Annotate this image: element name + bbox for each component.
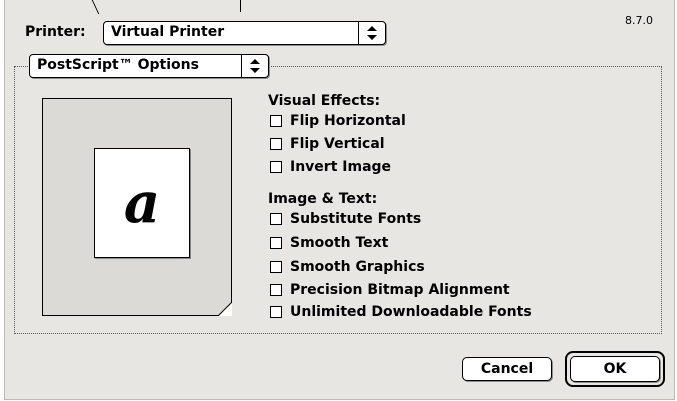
invert-image-checkbox[interactable]: Invert Image [270,158,391,176]
updown-arrows-icon [358,22,385,44]
checkbox-box[interactable] [270,284,282,296]
checkbox-label: Flip Horizontal [290,113,406,129]
flip-vertical-checkbox[interactable]: Flip Vertical [270,135,385,153]
checkbox-box[interactable] [270,138,282,150]
checkbox-box[interactable] [270,237,282,249]
smooth-text-checkbox[interactable]: Smooth Text [270,234,388,252]
visual-effects-heading: Visual Effects: [268,93,381,109]
updown-arrows-icon [241,55,268,77]
panel-popup-value: PostScript™ Options [37,57,199,73]
checkbox-box[interactable] [270,213,282,225]
flip-horizontal-checkbox[interactable]: Flip Horizontal [270,112,406,130]
printer-label: Printer: [25,24,86,40]
checkbox-label: Smooth Graphics [290,259,425,275]
checkbox-box[interactable] [270,306,282,318]
checkbox-box[interactable] [270,261,282,273]
checkbox-label: Flip Vertical [290,136,385,152]
preview-page: a [94,148,190,258]
smooth-graphics-checkbox[interactable]: Smooth Graphics [270,258,425,276]
substitute-fonts-checkbox[interactable]: Substitute Fonts [270,210,421,228]
checkbox-label: Substitute Fonts [290,211,422,227]
checkbox-label: Invert Image [290,159,392,175]
preview-glyph: a [123,170,161,236]
checkbox-label: Precision Bitmap Alignment [290,282,510,298]
unlimited-fonts-checkbox[interactable]: Unlimited Downloadable Fonts [270,303,532,321]
printer-popup[interactable]: Virtual Printer [103,21,386,45]
cancel-button[interactable]: Cancel [462,357,552,381]
ok-button[interactable]: OK [570,356,660,382]
checkbox-box[interactable] [270,161,282,173]
printer-popup-value: Virtual Printer [111,24,225,40]
page-fold-icon [218,302,232,316]
window-edge-fragment [240,0,241,12]
checkbox-box[interactable] [270,115,282,127]
version-label: 8.7.0 [625,14,653,27]
image-text-heading: Image & Text: [268,191,378,207]
panel-popup[interactable]: PostScript™ Options [29,54,269,78]
checkbox-label: Smooth Text [290,235,389,251]
precision-bitmap-checkbox[interactable]: Precision Bitmap Alignment [270,281,510,299]
checkbox-label: Unlimited Downloadable Fonts [290,304,532,320]
